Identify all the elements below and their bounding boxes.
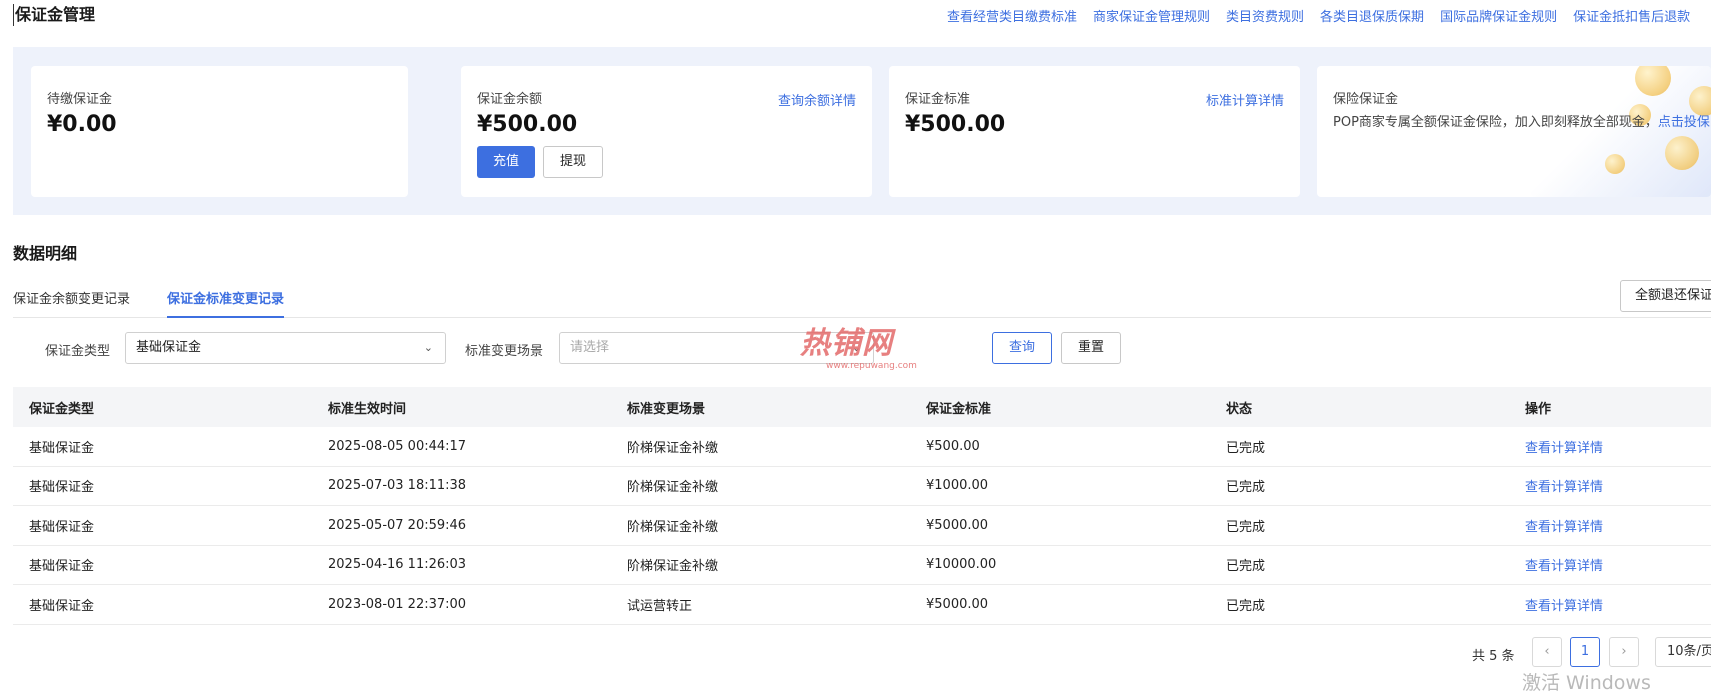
view-calc-detail-link[interactable]: 查看计算详情: [1525, 437, 1603, 456]
table-row: 基础保证金 2023-08-01 22:37:00 试运营转正 ¥5000.00…: [13, 585, 1711, 625]
withdraw-button[interactable]: 提现: [543, 146, 603, 178]
table-row: 基础保证金 2025-08-05 00:44:17 阶梯保证金补缴 ¥500.0…: [13, 427, 1711, 467]
balance-card: 保证金余额 查询余额详情 ¥500.00 充值 提现: [461, 66, 872, 197]
link-warranty-period[interactable]: 各类目退保质保期: [1320, 6, 1424, 25]
view-calc-detail-link[interactable]: 查看计算详情: [1525, 595, 1603, 614]
next-page-button[interactable]: ›: [1609, 637, 1639, 667]
pending-amount: ¥0.00: [47, 112, 117, 137]
header-status: 状态: [1226, 401, 1253, 417]
table-row: 基础保证金 2025-05-07 20:59:46 阶梯保证金补缴 ¥5000.…: [13, 506, 1711, 546]
header-effective-time: 标准生效时间: [328, 401, 407, 417]
cell-status: 已完成: [1226, 480, 1266, 496]
cell-type: 基础保证金: [29, 440, 95, 456]
standard-records-table: 保证金类型 标准生效时间 标准变更场景 保证金标准 状态 操作 基础保证金 20…: [13, 387, 1711, 625]
reset-button[interactable]: 重置: [1061, 332, 1121, 364]
prev-page-button[interactable]: ‹: [1532, 637, 1562, 667]
insurance-desc-text: POP商家专属全额保证金保险，加入即刻释放全部现金，: [1333, 115, 1658, 130]
page-size-select[interactable]: 10条/页: [1655, 637, 1711, 667]
site-watermark: 热铺网: [800, 326, 893, 361]
cell-standard: ¥1000.00: [926, 478, 989, 494]
scene-select-placeholder: 请选择: [570, 340, 610, 355]
type-select-value: 基础保证金: [136, 340, 202, 355]
balance-label: 保证金余额: [477, 92, 543, 107]
page-title: 保证金管理: [13, 4, 96, 26]
balance-amount: ¥500.00: [477, 112, 578, 137]
tab-standard-records[interactable]: 保证金标准变更记录: [167, 288, 285, 318]
view-calc-detail-link[interactable]: 查看计算详情: [1525, 555, 1603, 574]
cell-standard: ¥5000.00: [926, 517, 989, 533]
view-calc-detail-link[interactable]: 查看计算详情: [1525, 516, 1603, 535]
cell-scene: 试运营转正: [627, 598, 693, 614]
type-select[interactable]: 基础保证金 ⌄: [125, 332, 446, 364]
table-row: 基础保证金 2025-07-03 18:11:38 阶梯保证金补缴 ¥1000.…: [13, 467, 1711, 506]
cell-scene: 阶梯保证金补缴: [627, 559, 719, 575]
table-row: 基础保证金 2025-04-16 11:26:03 阶梯保证金补缴 ¥10000…: [13, 546, 1711, 585]
page-1-button[interactable]: 1: [1570, 637, 1600, 667]
cell-effective-time: 2025-08-05 00:44:17: [328, 438, 467, 454]
top-links: 查看经营类目缴费标准 商家保证金管理规则 类目资费规则 各类目退保质保期 国际品…: [947, 6, 1706, 25]
cell-effective-time: 2023-08-01 22:37:00: [328, 596, 467, 612]
standard-amount: ¥500.00: [905, 112, 1006, 137]
link-intl-brand-rules[interactable]: 国际品牌保证金规则: [1440, 6, 1557, 25]
standard-label: 保证金标准: [905, 92, 971, 107]
standard-detail-link[interactable]: 标准计算详情: [1206, 90, 1284, 109]
insurance-card: 保险保证金 POP商家专属全额保证金保险，加入即刻释放全部现金，点击投保: [1317, 66, 1711, 197]
site-watermark-url: www.repuwang.com: [826, 361, 917, 371]
insurance-apply-link[interactable]: 点击投保: [1658, 115, 1710, 130]
full-refund-button[interactable]: 全额退还保证金: [1620, 280, 1711, 312]
cell-scene: 阶梯保证金补缴: [627, 519, 719, 535]
cell-standard: ¥10000.00: [926, 557, 997, 573]
cell-type: 基础保证金: [29, 598, 95, 614]
link-category-fee-standard[interactable]: 查看经营类目缴费标准: [947, 6, 1077, 25]
insurance-label: 保险保证金: [1333, 92, 1399, 107]
pending-label: 待缴保证金: [47, 92, 113, 107]
scene-filter-label: 标准变更场景: [465, 344, 544, 359]
type-filter-label: 保证金类型: [45, 344, 111, 359]
cell-status: 已完成: [1226, 440, 1266, 456]
cell-effective-time: 2025-07-03 18:11:38: [328, 478, 467, 494]
details-title: 数据明细: [13, 244, 78, 263]
summary-band: 待缴保证金 ¥0.00 保证金余额 查询余额详情 ¥500.00 充值 提现 保…: [13, 47, 1711, 215]
header-standard: 保证金标准: [926, 401, 992, 417]
link-category-fee-rules[interactable]: 类目资费规则: [1226, 6, 1304, 25]
windows-activation-overlay: 激活 Windows: [1522, 672, 1651, 694]
query-button[interactable]: 查询: [992, 332, 1052, 364]
cell-effective-time: 2025-04-16 11:26:03: [328, 557, 467, 573]
insurance-description: POP商家专属全额保证金保险，加入即刻释放全部现金，点击投保: [1333, 114, 1711, 132]
cell-type: 基础保证金: [29, 519, 95, 535]
cell-type: 基础保证金: [29, 559, 95, 575]
standard-card: 保证金标准 标准计算详情 ¥500.00: [889, 66, 1300, 197]
cell-type: 基础保证金: [29, 480, 95, 496]
details-tabs: 保证金余额变更记录 保证金标准变更记录: [13, 288, 1711, 318]
chevron-down-icon: ⌄: [423, 341, 433, 354]
cell-scene: 阶梯保证金补缴: [627, 480, 719, 496]
pagination-total: 共 5 条: [1472, 649, 1515, 664]
cell-standard: ¥500.00: [926, 438, 980, 454]
cell-effective-time: 2025-05-07 20:59:46: [328, 517, 467, 533]
header-scene: 标准变更场景: [627, 401, 706, 417]
cell-status: 已完成: [1226, 598, 1266, 614]
view-calc-detail-link[interactable]: 查看计算详情: [1525, 476, 1603, 495]
tab-balance-records[interactable]: 保证金余额变更记录: [13, 288, 130, 316]
table-header: 保证金类型 标准生效时间 标准变更场景 保证金标准 状态 操作: [13, 387, 1711, 427]
cell-standard: ¥5000.00: [926, 596, 989, 612]
cell-scene: 阶梯保证金补缴: [627, 440, 719, 456]
pending-card: 待缴保证金 ¥0.00: [31, 66, 408, 197]
link-deduction-rules[interactable]: 保证金抵扣售后退款: [1573, 6, 1690, 25]
header-action: 操作: [1525, 401, 1552, 417]
cell-status: 已完成: [1226, 559, 1266, 575]
balance-detail-link[interactable]: 查询余额详情: [778, 90, 856, 109]
header-type: 保证金类型: [29, 401, 95, 417]
link-deposit-rules[interactable]: 商家保证金管理规则: [1093, 6, 1210, 25]
recharge-button[interactable]: 充值: [477, 146, 535, 178]
cell-status: 已完成: [1226, 519, 1266, 535]
